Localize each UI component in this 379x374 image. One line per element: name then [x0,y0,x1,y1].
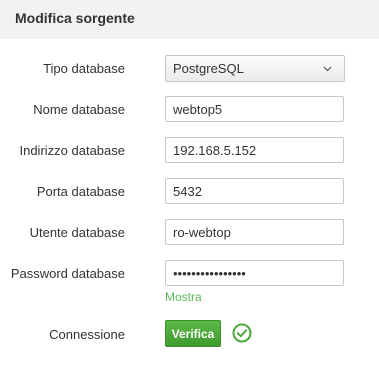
show-password-link[interactable]: Mostra [165,290,202,304]
dialog-header: Modifica sorgente [0,0,379,39]
db-port-field[interactable] [165,178,344,204]
verify-button[interactable]: Verifica [165,320,221,347]
db-user-field[interactable] [165,219,344,245]
db-type-label: Tipo database [43,61,125,76]
db-user-input[interactable] [166,220,341,244]
check-circle-icon [232,323,252,343]
db-type-value: PostgreSQL [173,61,244,76]
db-port-input[interactable] [166,179,341,203]
db-name-field[interactable] [165,96,344,122]
db-name-input[interactable] [166,97,341,121]
db-user-label: Utente database [29,225,125,240]
db-type-select[interactable]: PostgreSQL [165,55,345,82]
dialog-title: Modifica sorgente [15,10,135,26]
edit-source-dialog: Modifica sorgente Tipo database PostgreS… [0,0,379,374]
db-name-label: Nome database [33,102,125,117]
db-password-label: Password database [10,266,125,281]
db-password-field[interactable] [165,260,344,286]
db-address-input[interactable] [166,138,341,162]
chevron-down-icon [323,66,332,72]
db-address-label: Indirizzo database [19,143,125,158]
connection-label: Connessione [49,327,125,342]
db-address-field[interactable] [165,137,344,163]
db-password-input[interactable] [166,261,341,285]
db-port-label: Porta database [36,184,125,199]
